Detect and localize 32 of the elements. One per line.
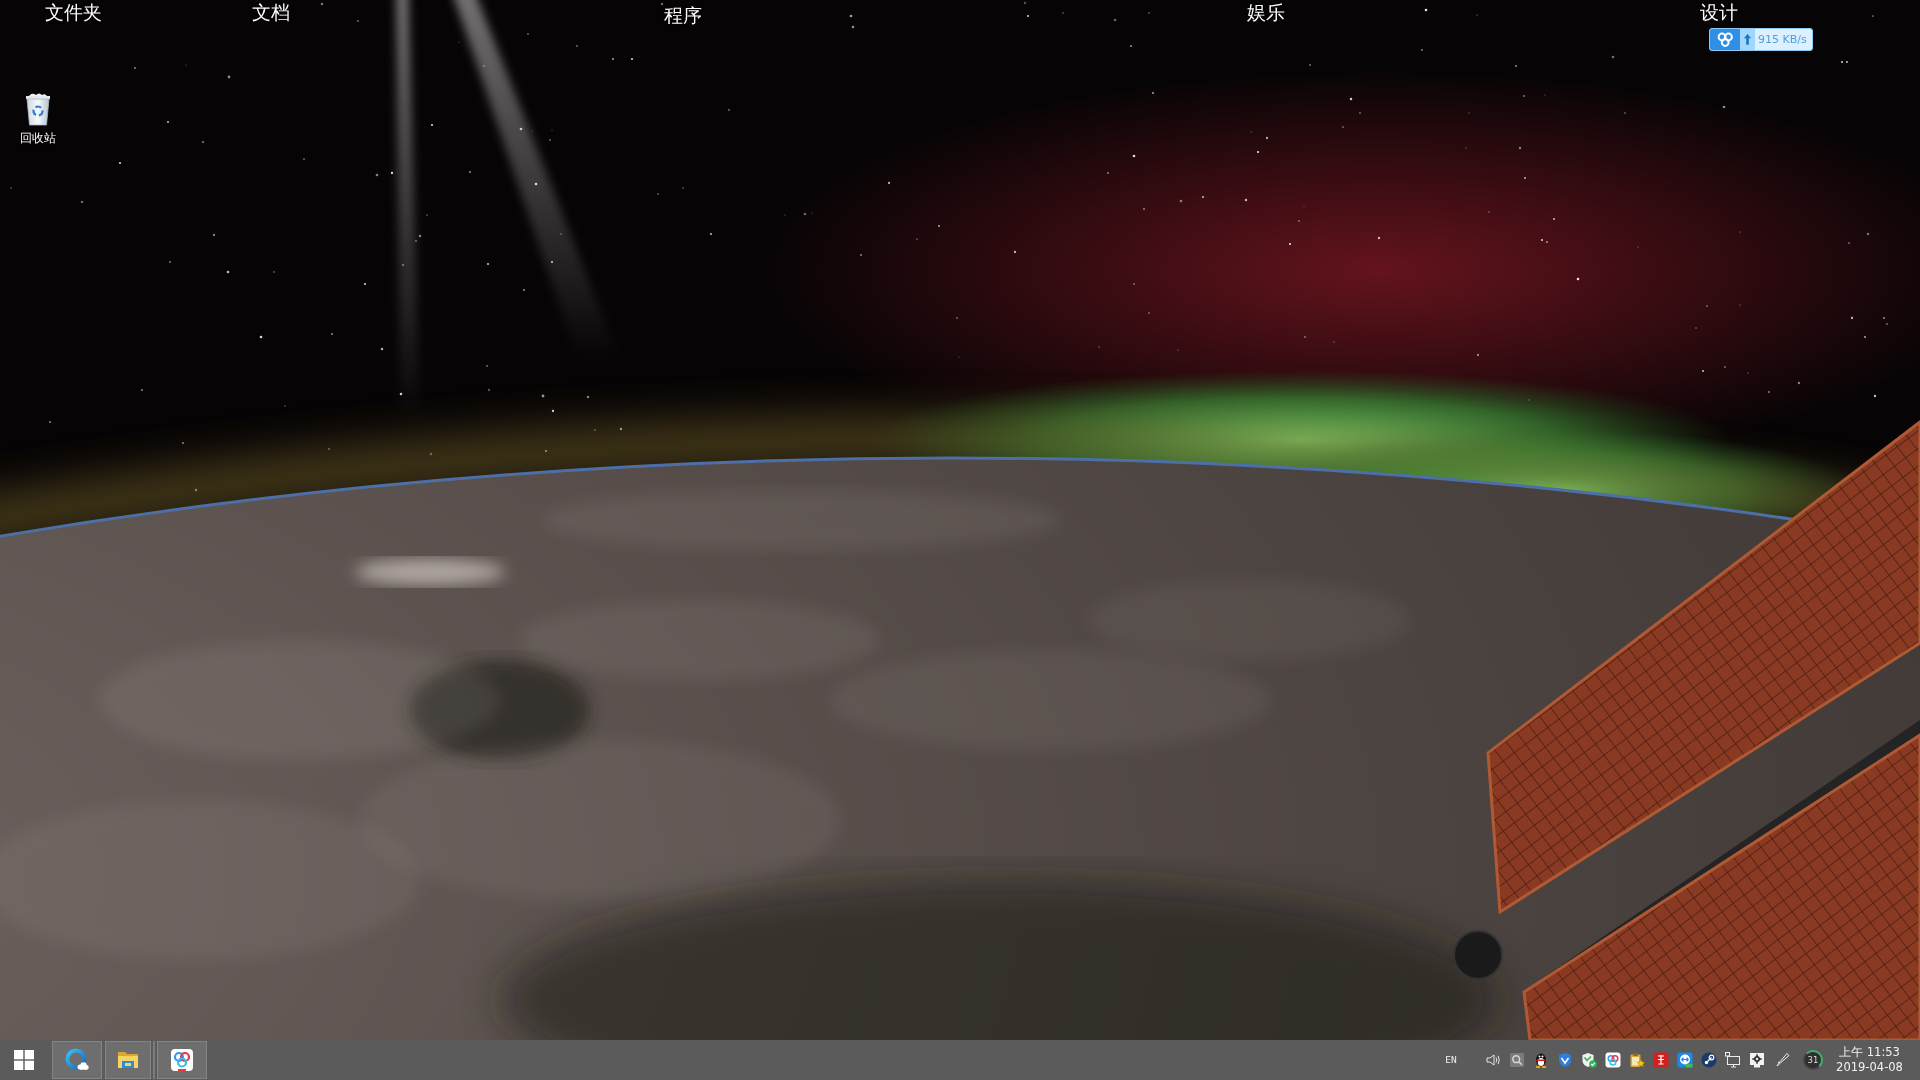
shield-check-icon[interactable]	[1581, 1052, 1597, 1068]
usage-gauge[interactable]: 31	[1803, 1050, 1823, 1070]
recycle-bin-icon	[24, 92, 52, 126]
fence-title: 文档	[252, 1, 290, 23]
taskbar-app-button[interactable]	[52, 1041, 102, 1079]
windows-logo-icon	[14, 1050, 34, 1070]
glyph-tile-icon[interactable]	[1653, 1052, 1669, 1068]
pen-icon[interactable]	[1775, 1052, 1791, 1068]
network-icon[interactable]	[1725, 1052, 1741, 1068]
gear-display-icon[interactable]	[1749, 1052, 1765, 1068]
rings-icon	[170, 1048, 194, 1072]
fence-title: 设计	[1700, 1, 1738, 23]
shield-icon[interactable]	[1557, 1052, 1573, 1068]
language-indicator[interactable]: EN	[1436, 1054, 1466, 1066]
ring-cloud-icon	[65, 1048, 89, 1072]
taskbar-app-button[interactable]	[157, 1041, 207, 1079]
speaker-icon[interactable]	[1485, 1052, 1501, 1068]
clock-date: 2019-04-08	[1836, 1060, 1903, 1075]
fence-title: 程序	[664, 4, 702, 26]
desktop-shortcut[interactable]: 回收站	[8, 92, 68, 145]
fence-title: 文件夹	[45, 1, 102, 23]
double-arrow-icon[interactable]	[1677, 1052, 1693, 1068]
clipboard-star-icon[interactable]	[1629, 1052, 1645, 1068]
speed-reading: 915 KB/s	[1757, 32, 1807, 48]
disc-icon[interactable]	[1701, 1052, 1717, 1068]
taskbar-app-button[interactable]	[105, 1041, 151, 1079]
fence-title: 娱乐	[1247, 1, 1285, 23]
penguin-icon[interactable]	[1533, 1052, 1549, 1068]
clock-time: 上午 11:53	[1839, 1045, 1900, 1060]
rings-icon[interactable]	[1605, 1052, 1621, 1068]
search-icon[interactable]	[1509, 1052, 1525, 1068]
cloud-rings-icon	[1710, 29, 1740, 50]
